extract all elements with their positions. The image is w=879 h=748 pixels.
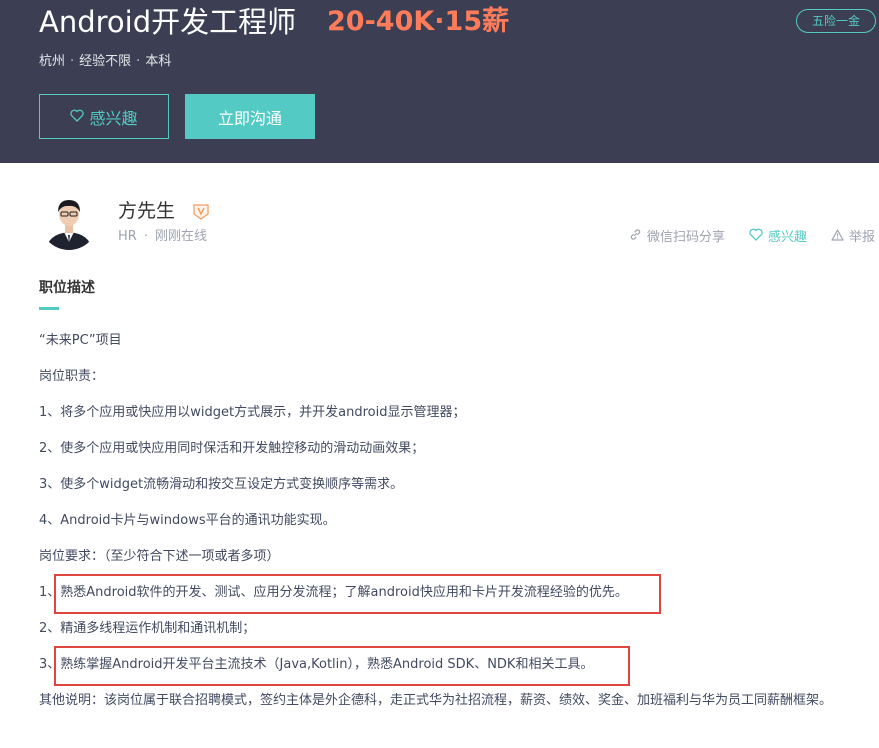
- section-title-description: 职位描述: [39, 280, 95, 296]
- description-line: 其他说明：该岗位属于联合招聘模式，签约主体是外企德科，走正式华为社招流程，薪资、…: [39, 693, 833, 708]
- recruiter-online-status: 刚刚在线: [154, 229, 207, 244]
- job-experience: 经验不限: [79, 54, 132, 69]
- report-button[interactable]: 举报: [831, 228, 875, 247]
- job-header-banner: Android开发工程师 20-40K·15薪 五险一金 杭州 · 经验不限 · 本科 …: [0, 0, 879, 163]
- link-icon: [629, 228, 642, 247]
- job-city: 杭州: [39, 54, 66, 69]
- interest-action-button[interactable]: 感兴趣: [749, 228, 807, 247]
- heart-icon: [749, 228, 763, 247]
- share-wechat-button[interactable]: 微信扫码分享: [629, 228, 725, 247]
- description-line: 岗位职责：: [39, 369, 105, 384]
- description-line: 1、将多个应用或快应用以widget方式展示，并开发android显示管理器；: [39, 405, 466, 420]
- description-line: 2、使多个应用或快应用同时保活和开发触控移动的滑动动画效果；: [39, 441, 425, 456]
- report-label: 举报: [848, 229, 875, 245]
- status-separator: ·: [143, 229, 148, 244]
- section-title-underline: [39, 307, 59, 310]
- highlight-box: [54, 646, 630, 686]
- description-line: 4、Android卡片与windows平台的通讯功能实现。: [39, 513, 336, 528]
- recruiter-avatar: [40, 192, 98, 250]
- description-line: 2、精通多线程运作机制和通讯机制；: [39, 621, 256, 636]
- job-salary: 20-40K·15薪: [327, 6, 510, 37]
- description-line: 岗位要求：（至少符合下述一项或者多项）: [39, 549, 280, 564]
- chat-now-button-label: 立即沟通: [217, 108, 282, 128]
- meta-separator: ·: [136, 54, 141, 69]
- recruiter-title: HR: [118, 229, 137, 244]
- welfare-tag: 五险一金: [796, 9, 876, 33]
- highlight-box: [54, 574, 661, 614]
- job-meta: 杭州 · 经验不限 · 本科: [39, 53, 171, 71]
- interest-button[interactable]: 感兴趣: [39, 94, 169, 139]
- recruiter-status: HR · 刚刚在线: [118, 228, 207, 246]
- recruiter-name: 方先生: [118, 200, 176, 222]
- warning-icon: [831, 228, 844, 247]
- meta-separator: ·: [70, 54, 75, 69]
- interest-button-label: 感兴趣: [89, 108, 138, 128]
- chat-now-button[interactable]: 立即沟通: [185, 94, 315, 139]
- share-wechat-label: 微信扫码分享: [646, 229, 725, 245]
- heart-icon: [70, 107, 85, 126]
- verified-v-icon: [192, 203, 210, 220]
- job-title: Android开发工程师: [39, 5, 297, 39]
- job-actions: 微信扫码分享 感兴趣 举报: [629, 228, 875, 247]
- description-line: “未来PC”项目: [39, 333, 122, 348]
- description-line: 3、使多个widget流畅滑动和按交互设定方式变换顺序等需求。: [39, 477, 404, 492]
- job-degree: 本科: [145, 54, 172, 69]
- interest-action-label: 感兴趣: [767, 229, 807, 245]
